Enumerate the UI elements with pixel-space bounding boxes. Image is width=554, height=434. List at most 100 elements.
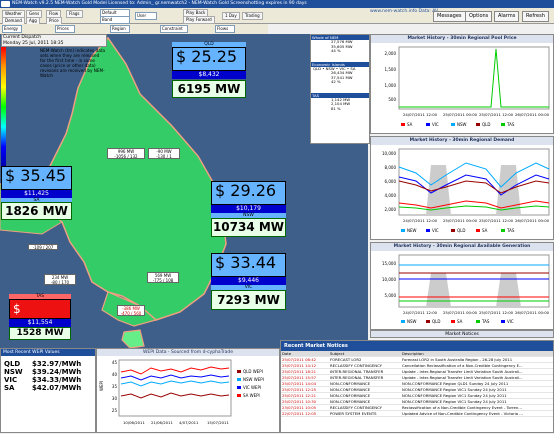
flows-select[interactable]: Flows [215,25,235,33]
wepi-values-title: Most Recent WEPI Values [1,349,95,356]
price-color-scale [1,47,6,167]
legend-vic: VIC [432,228,439,233]
y-tick: 10,000 [382,151,396,156]
legend-nsw: NSW [457,122,467,127]
price-chart: 2,000 1,500 1,000 500 24/07/2011 12:00 2… [385,46,550,127]
demand-chart: 10,000 8,000 6,000 4,000 2,000 24/07/201… [382,148,550,233]
qld-demand: 6195 MW [172,80,246,98]
x-tick: 15/07/2011 [207,420,229,425]
nsw-price: $ 29.26 [211,181,286,205]
x-tick: 26/07/2011 00:00 [515,112,550,117]
legend-sa: SA [407,122,413,127]
y-tick: 2,000 [385,51,397,56]
wepi-row: QLD $32.97/MWh [1,360,95,368]
legend-qld: QLD WEPI [243,369,263,374]
messages-button[interactable]: Messages [433,11,466,22]
prices-select[interactable]: Prices [55,25,75,33]
y-tick: 8,000 [385,165,397,170]
y-tick: 10,000 [382,277,396,282]
legend-qld: QLD [482,122,490,127]
cell-date: 22/07/2011 12:05 [281,410,329,418]
refresh-button[interactable]: Refresh [522,11,549,22]
legend-vic: VIC [432,122,439,127]
qld-region-panel[interactable]: QLD $ 25.25 $8,432 6195 MW [172,42,246,108]
plot-area [398,254,550,308]
window-title: NEM-Watch v9.2.5 NEM-Watch Gold Model Li… [12,1,307,6]
murraylink-flow: 234 MW -80 / 170 [44,274,76,285]
nsw-region-panel[interactable]: $ 29.26 $10,179 NSW 10734 MW [211,181,286,239]
y-tick: 15,000 [382,261,396,266]
alarms-button[interactable]: Alarms [494,11,520,22]
wepi-values-panel: Most Recent WEPI Values QLD $32.97/MWh NS… [0,348,96,433]
view-select-user[interactable]: User [135,12,157,20]
terranora-flow-range: -130 / 1 [156,154,172,159]
wepi-row: SA $42.07/MWh [1,384,95,392]
heywood-flow: -109 / 207 [28,244,58,250]
cell-description: Updated Advice of Non-Credible Contingen… [401,410,553,418]
legend-sa: SA WEPI [243,393,260,398]
avail-chart-pane: Market History - 30min Regional Availabl… [370,242,554,330]
current-dispatch-panel: Current Dispatch Monday 25 Jul, 2011 18:… [1,34,107,47]
terranora-flow: -90 MW -130 / 1 [148,148,180,159]
x-tick: 25/07/2011 12:00 [479,218,514,223]
legend-nsw: NSW WEPI [243,377,264,382]
x-tick: 25/07/2011 12:00 [479,112,514,117]
wepi-value: $32.97/MWh [32,360,82,368]
tas-demand: 1528 MW [9,327,71,340]
y-tick: 1,000 [385,83,397,88]
legend-tas: TAS [481,319,490,324]
energy-select[interactable]: Energy [2,25,22,33]
play-forward-button[interactable]: Play Forward [183,16,215,24]
sa-demand: 1826 MW [1,202,72,220]
x-tick: 24/07/2011 12:00 [403,112,438,117]
tas-value: 81 % [331,105,341,111]
wepi-chart-title: WEPI Data - Sourced from d-cyphaTrade [97,349,279,356]
wepi-chart: 45 40 35 30 25 WEPI 10/06/2011 21/06/201… [99,359,264,425]
options-button[interactable]: Options [465,11,493,22]
nsw-price-bar: $10,179 [211,205,286,213]
vic-price: $ 33.44 [211,253,286,277]
demand-chart-title: Market History - 30min Regional Demand [371,137,553,145]
wepi-region: NSW [4,368,23,376]
legend-tas: TAS [506,122,515,127]
range-1day[interactable]: 1 Day [222,12,240,20]
plot-area [398,46,550,110]
qld-price: $ 25.25 [172,47,246,71]
sa-region-panel[interactable]: $ 35.45 $11,425 SA 1826 MW [1,166,72,230]
wepi-value: $42.07/MWh [32,384,82,392]
flags-toggle[interactable]: Flags [66,10,83,18]
notices-table: Date Subject Description 25/07/2011 08:4… [281,351,553,418]
view-select-band[interactable]: Band [100,16,130,24]
wepi-region: SA [4,384,15,392]
nsw-demand: 10734 MW [211,218,286,237]
vic-region-panel[interactable]: $ 33.44 $9,446 VIC 7293 MW [211,253,286,313]
whole-nem-value: 44 % [331,48,341,53]
y-tick: 1,500 [385,67,397,72]
market-notices-bar[interactable]: Market Notices [370,330,554,338]
table-row[interactable]: 22/07/2011 12:05 POWER SYSTEM EVENTS Updat… [281,410,553,418]
plot-area [118,359,232,417]
tas-region-panel[interactable]: TAS $ 12390.30 $11,554 1528 MW [9,294,71,344]
y-tick: 25 [112,408,118,413]
y-tick: 40 [112,372,118,377]
wepi-region: QLD [4,360,21,368]
region-select[interactable]: Region [110,25,130,33]
data-note: NEM-Watch (tm) indicates data sets when … [40,48,106,78]
x-tick: 4/07/2011 [179,420,199,425]
wepi-value: $39.24/MWh [32,368,82,376]
wepi-row: NSW $39.24/MWh [1,368,95,376]
island-value: 42 % [331,79,341,84]
toolbar: Weather Gens Flow Flags Demand Agg Price… [0,8,554,25]
y-tick: 6,000 [385,179,397,184]
legend-vic: VIC [507,319,514,324]
wepi-region: VIC [4,376,18,384]
tas-price-bar: $11,554 [9,319,71,327]
constraint-select[interactable]: Constraint [160,25,188,33]
y-tick: 35 [112,384,118,389]
x-tick: 26/07/2011 00:00 [515,310,550,315]
nem-summary-panel: Whole of NEM 27,576 MW 35,605 MW 44 % Ec… [310,34,370,144]
qld-price-bar: $8,432 [172,71,246,79]
toolbar-secondary: Energy Prices Region Constraint Flows [0,24,268,34]
range-trading[interactable]: Trading [242,12,263,20]
x-tick: 21/06/2011 [151,420,173,425]
